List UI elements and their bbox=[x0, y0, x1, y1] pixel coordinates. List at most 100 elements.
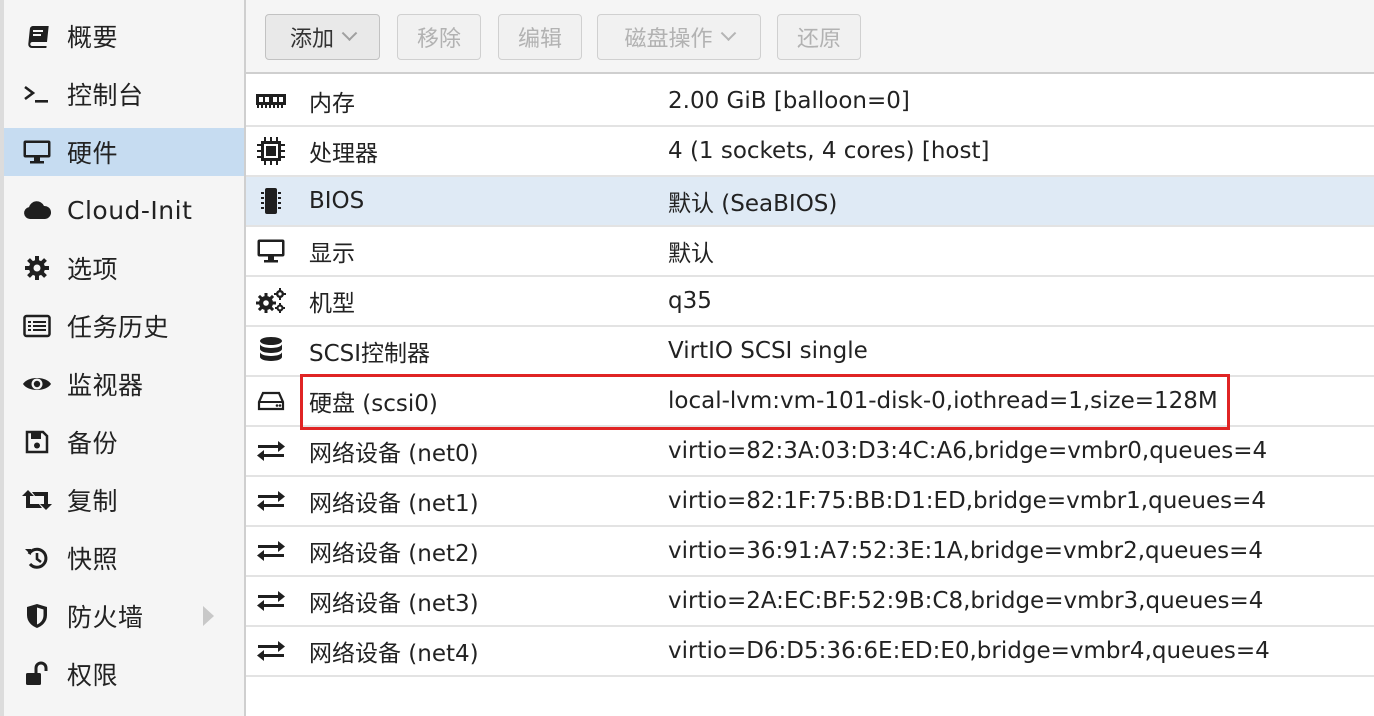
row-value: 默认 (SeaBIOS) bbox=[668, 191, 838, 217]
remove-button[interactable]: 移除 bbox=[397, 14, 481, 60]
sidebar-item-backup[interactable]: 备份 bbox=[4, 418, 244, 466]
hardware-table: 内存 2.00 GiB [balloon=0] 处理器 4 (1 sockets… bbox=[246, 77, 1374, 677]
table-row-net3[interactable]: 网络设备 (net3) virtio=2A:EC:BF:52:9B:C8,bri… bbox=[246, 577, 1374, 627]
edit-button-label: 编辑 bbox=[517, 27, 562, 52]
gear-icon bbox=[20, 255, 54, 281]
floppy-icon bbox=[20, 430, 54, 454]
row-value: q35 bbox=[668, 288, 712, 314]
row-value: 2.00 GiB [balloon=0] bbox=[668, 88, 910, 114]
book-icon bbox=[20, 23, 54, 49]
sidebar-item-label: 任务历史 bbox=[67, 313, 170, 342]
list-icon bbox=[20, 314, 54, 338]
sidebar-item-label: Cloud-Init bbox=[67, 195, 193, 225]
cpu-icon bbox=[254, 134, 288, 168]
sidebar-item-monitor[interactable]: 监视器 bbox=[4, 360, 244, 408]
add-button-label: 添加 bbox=[289, 27, 334, 52]
sidebar-item-summary[interactable]: 概要 bbox=[4, 12, 244, 60]
disk-action-button-label: 磁盘操作 bbox=[624, 27, 713, 52]
terminal-icon bbox=[20, 83, 54, 105]
table-row-net1[interactable]: 网络设备 (net1) virtio=82:1F:75:BB:D1:ED,bri… bbox=[246, 477, 1374, 527]
table-row-net0[interactable]: 网络设备 (net0) virtio=82:3A:03:D3:4C:A6,bri… bbox=[246, 427, 1374, 477]
row-name: BIOS bbox=[309, 188, 365, 214]
sidebar-item-label: 控制台 bbox=[67, 81, 144, 110]
add-button[interactable]: 添加 bbox=[265, 14, 380, 60]
row-value: virtio=D6:D5:36:6E:ED:E0,bridge=vmbr4,qu… bbox=[668, 638, 1270, 664]
table-row-net2[interactable]: 网络设备 (net2) virtio=36:91:A7:52:3E:1A,bri… bbox=[246, 527, 1374, 577]
row-name: 显示 bbox=[309, 241, 355, 267]
sidebar-item-label: 硬件 bbox=[67, 139, 119, 168]
remove-button-label: 移除 bbox=[416, 27, 461, 52]
row-value: local-lvm:vm-101-disk-0,iothread=1,size=… bbox=[668, 388, 1218, 414]
chevron-down-icon bbox=[720, 24, 736, 41]
sidebar-item-permissions[interactable]: 权限 bbox=[4, 650, 244, 698]
row-name: 网络设备 (net2) bbox=[309, 541, 479, 567]
table-row-bios[interactable]: BIOS 默认 (SeaBIOS) bbox=[246, 177, 1374, 227]
exchange-icon bbox=[254, 534, 288, 568]
cogs-icon bbox=[254, 284, 288, 318]
sidebar-item-label: 权限 bbox=[67, 661, 119, 690]
shield-icon bbox=[20, 603, 54, 629]
hdd-icon bbox=[254, 384, 288, 418]
expand-arrow-icon[interactable] bbox=[203, 606, 214, 626]
sidebar-item-snapshot[interactable]: 快照 bbox=[4, 534, 244, 582]
sidebar-item-label: 选项 bbox=[67, 255, 119, 284]
row-value: virtio=2A:EC:BF:52:9B:C8,bridge=vmbr3,qu… bbox=[668, 588, 1264, 614]
retweet-icon bbox=[20, 488, 54, 512]
sidebar-item-hardware[interactable]: 硬件 bbox=[4, 128, 244, 176]
table-row-processor[interactable]: 处理器 4 (1 sockets, 4 cores) [host] bbox=[246, 127, 1374, 177]
sidebar-item-label: 快照 bbox=[67, 545, 119, 574]
sidebar-item-label: 复制 bbox=[67, 487, 119, 516]
desktop-icon bbox=[20, 139, 54, 165]
row-name: 网络设备 (net0) bbox=[309, 441, 479, 467]
microchip-icon bbox=[254, 184, 288, 218]
desktop-icon bbox=[254, 234, 288, 268]
row-value: virtio=82:3A:03:D3:4C:A6,bridge=vmbr0,qu… bbox=[668, 438, 1268, 464]
exchange-icon bbox=[254, 584, 288, 618]
sidebar-item-firewall[interactable]: 防火墙 bbox=[4, 592, 244, 640]
row-value: VirtIO SCSI single bbox=[668, 338, 868, 364]
memory-icon bbox=[254, 84, 288, 118]
table-row-hard-disk[interactable]: 硬盘 (scsi0) local-lvm:vm-101-disk-0,iothr… bbox=[246, 377, 1374, 427]
sidebar-item-label: 防火墙 bbox=[67, 603, 144, 632]
sidebar-item-console[interactable]: 控制台 bbox=[4, 70, 244, 118]
unlock-icon bbox=[20, 661, 54, 687]
table-row-scsi-controller[interactable]: SCSI控制器 VirtIO SCSI single bbox=[246, 327, 1374, 377]
table-row-machine[interactable]: 机型 q35 bbox=[246, 277, 1374, 327]
sidebar-item-label: 备份 bbox=[67, 429, 119, 458]
database-icon bbox=[254, 334, 288, 368]
row-value: virtio=36:91:A7:52:3E:1A,bridge=vmbr2,qu… bbox=[668, 538, 1263, 564]
table-row-memory[interactable]: 内存 2.00 GiB [balloon=0] bbox=[246, 77, 1374, 127]
sidebar-item-task-history[interactable]: 任务历史 bbox=[4, 302, 244, 350]
row-value: 4 (1 sockets, 4 cores) [host] bbox=[668, 138, 990, 164]
row-name: 内存 bbox=[309, 91, 355, 117]
toolbar: 添加 移除 编辑 磁盘操作 还原 bbox=[246, 0, 1374, 74]
row-name: SCSI控制器 bbox=[309, 341, 431, 367]
row-name: 网络设备 (net4) bbox=[309, 641, 479, 667]
sidebar: 概要 控制台 硬件 Cloud-Init 选项 任务历史 监视器 备份 复制 快… bbox=[0, 0, 246, 716]
edit-button[interactable]: 编辑 bbox=[498, 14, 582, 60]
revert-button-label: 还原 bbox=[796, 27, 841, 52]
sidebar-item-label: 监视器 bbox=[67, 371, 144, 400]
chevron-down-icon bbox=[341, 24, 358, 41]
exchange-icon bbox=[254, 634, 288, 668]
sidebar-item-replication[interactable]: 复制 bbox=[4, 476, 244, 524]
row-name: 网络设备 (net3) bbox=[309, 591, 479, 617]
exchange-icon bbox=[254, 434, 288, 468]
eye-icon bbox=[20, 374, 54, 394]
table-row-display[interactable]: 显示 默认 bbox=[246, 227, 1374, 277]
cloud-icon bbox=[20, 199, 54, 221]
hardware-panel: 添加 移除 编辑 磁盘操作 还原 内存 2.00 GiB [balloon=0]… bbox=[246, 0, 1374, 716]
table-row-net4[interactable]: 网络设备 (net4) virtio=D6:D5:36:6E:ED:E0,bri… bbox=[246, 627, 1374, 677]
revert-button[interactable]: 还原 bbox=[777, 14, 861, 60]
row-value: 默认 bbox=[668, 241, 714, 267]
sidebar-item-cloud-init[interactable]: Cloud-Init bbox=[4, 186, 244, 234]
history-icon bbox=[20, 545, 54, 571]
row-name: 处理器 bbox=[309, 141, 378, 167]
sidebar-item-options[interactable]: 选项 bbox=[4, 244, 244, 292]
row-name: 网络设备 (net1) bbox=[309, 491, 479, 517]
row-value: virtio=82:1F:75:BB:D1:ED,bridge=vmbr1,qu… bbox=[668, 488, 1267, 514]
exchange-icon bbox=[254, 484, 288, 518]
sidebar-item-label: 概要 bbox=[67, 23, 119, 52]
disk-action-button[interactable]: 磁盘操作 bbox=[597, 14, 761, 60]
row-name: 机型 bbox=[309, 291, 355, 317]
